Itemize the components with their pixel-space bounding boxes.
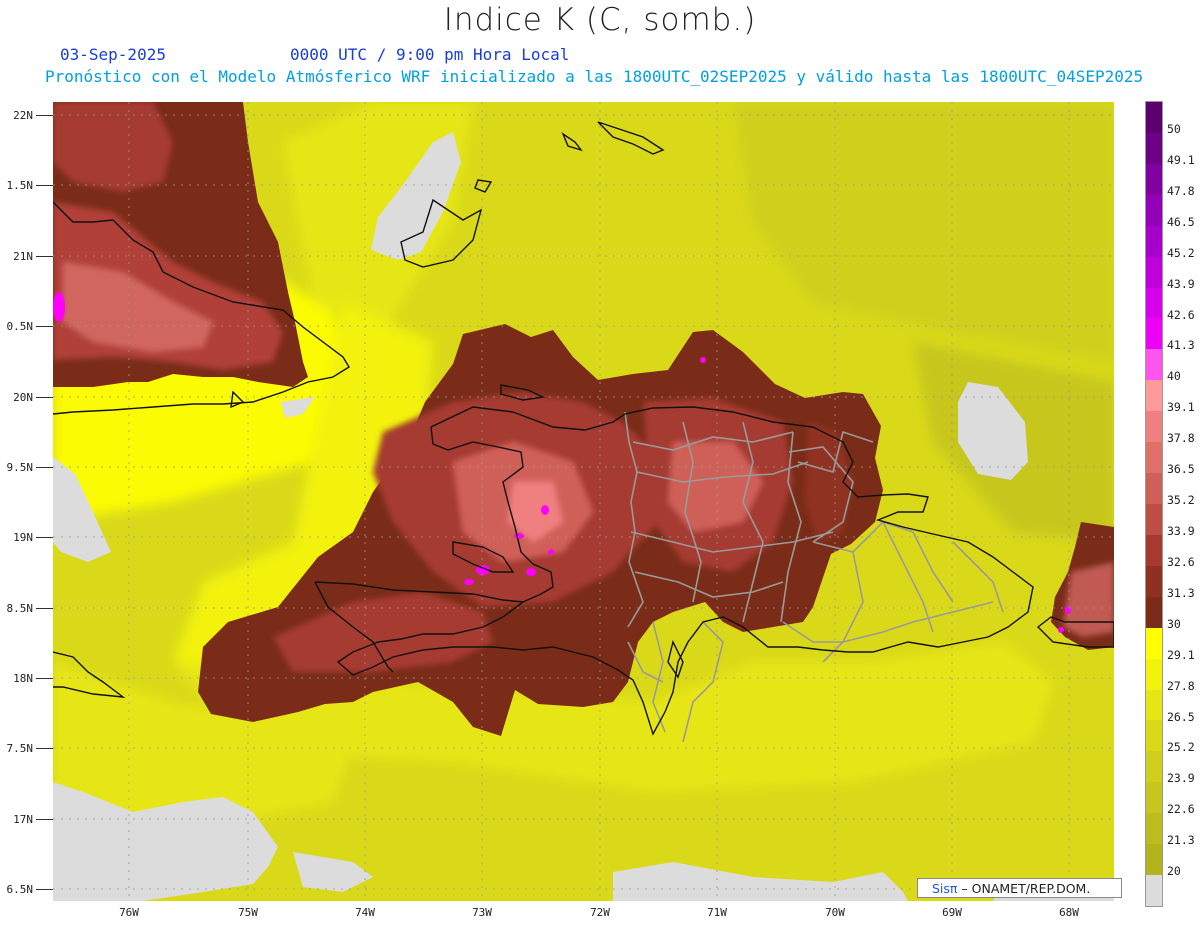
- color-legend-swatch: [1146, 596, 1162, 628]
- lat-label: 18N: [13, 672, 33, 685]
- color-legend-swatch: [1146, 565, 1162, 597]
- map-canvas: [53, 102, 1114, 901]
- color-legend-label: 29.1: [1167, 647, 1195, 662]
- color-legend-swatch: [1146, 411, 1162, 443]
- color-legend-swatch: [1146, 225, 1162, 257]
- lat-label: 7.5N: [6, 742, 34, 755]
- lat-label: 1.5N: [6, 179, 34, 192]
- color-legend-swatch: [1146, 627, 1162, 659]
- color-legend-label: 27.8: [1167, 678, 1195, 693]
- color-legend: [1145, 101, 1163, 907]
- color-legend-label: 26.5: [1167, 709, 1195, 724]
- color-legend-label: 33.9: [1167, 524, 1195, 538]
- color-legend-swatch: [1146, 163, 1162, 195]
- color-legend-swatch: [1146, 442, 1162, 474]
- lat-label: 19N: [13, 531, 33, 544]
- lat-label: 20N: [13, 391, 33, 404]
- color-legend-swatch: [1146, 658, 1162, 690]
- lat-label: 17N: [13, 813, 33, 826]
- lat-label: 22N: [13, 109, 33, 122]
- color-legend-label: 40: [1167, 369, 1181, 384]
- date-label: 03-Sep-2025: [60, 45, 166, 64]
- color-legend-swatch: [1146, 689, 1162, 721]
- color-legend-swatch: [1146, 782, 1162, 814]
- color-legend-swatch: [1146, 503, 1162, 535]
- color-legend-label: 46.5: [1167, 214, 1195, 229]
- lon-label: 73W: [472, 906, 492, 919]
- credit-box: Sis π – ONAMET/REP.DOM.: [917, 878, 1122, 898]
- color-legend-swatch: [1146, 844, 1162, 876]
- color-legend-label: 37.8: [1167, 431, 1195, 446]
- color-legend-label: 47.8: [1167, 183, 1195, 198]
- color-legend-label: 45.2: [1167, 245, 1195, 260]
- color-legend-swatch: [1146, 751, 1162, 783]
- color-legend-swatch: [1146, 349, 1162, 381]
- credit-logo: Sis: [932, 880, 950, 896]
- color-legend-swatch: [1146, 720, 1162, 752]
- lat-label: 21N: [13, 250, 33, 263]
- lon-label: 72W: [590, 906, 610, 919]
- forecast-description: Pronóstico con el Modelo Atmósferico WRF…: [45, 67, 1144, 86]
- color-legend-label: 43.9: [1167, 276, 1195, 291]
- lon-label: 68W: [1059, 906, 1079, 919]
- color-legend-swatch: [1146, 534, 1162, 566]
- color-legend-swatch: [1146, 102, 1162, 133]
- color-legend-label: 50: [1167, 122, 1181, 136]
- color-legend-swatch: [1146, 287, 1162, 319]
- lon-label: 76W: [119, 906, 139, 919]
- k-index-map: [53, 102, 1114, 901]
- color-legend-label: 30: [1167, 616, 1181, 631]
- lat-label: 0.5N: [6, 320, 34, 333]
- color-legend-label: 49.1: [1167, 152, 1195, 167]
- credit-text: – ONAMET/REP.DOM.: [961, 880, 1091, 896]
- color-legend-label: 31.3: [1167, 585, 1195, 600]
- lon-label: 74W: [355, 906, 375, 919]
- color-legend-label: 22.6: [1167, 802, 1195, 817]
- color-legend-swatch: [1146, 813, 1162, 845]
- lat-label: 8.5N: [6, 602, 34, 615]
- color-legend-label: 41.3: [1167, 338, 1195, 353]
- credit-pi: π: [949, 880, 958, 896]
- color-legend-label: 20: [1167, 864, 1181, 879]
- lon-label: 75W: [238, 906, 258, 919]
- color-legend-label: 25.2: [1167, 740, 1195, 755]
- color-legend-label: 23.9: [1167, 771, 1195, 786]
- lon-label: 69W: [942, 906, 962, 919]
- color-legend-label: 39.1: [1167, 400, 1195, 415]
- color-legend-label: 21.3: [1167, 833, 1195, 848]
- color-legend-swatch: [1146, 473, 1162, 504]
- lon-label: 71W: [707, 906, 727, 919]
- color-legend-swatch: [1146, 875, 1162, 906]
- color-legend-swatch: [1146, 380, 1162, 412]
- color-legend-swatch: [1146, 256, 1162, 288]
- color-legend-swatch: [1146, 132, 1162, 164]
- color-legend-swatch: [1146, 194, 1162, 226]
- color-legend-swatch: [1146, 318, 1162, 350]
- lat-label: 9.5N: [6, 461, 34, 474]
- color-legend-label: 36.5: [1167, 462, 1195, 477]
- time-label: 0000 UTC / 9:00 pm Hora Local: [290, 45, 570, 64]
- lon-label: 70W: [825, 906, 845, 919]
- color-legend-label: 42.6: [1167, 307, 1195, 322]
- color-legend-label: 35.2: [1167, 493, 1195, 508]
- map-title: Indice K (C, somb.): [443, 2, 757, 38]
- color-legend-label: 32.6: [1167, 554, 1195, 569]
- lat-label: 6.5N: [6, 883, 34, 896]
